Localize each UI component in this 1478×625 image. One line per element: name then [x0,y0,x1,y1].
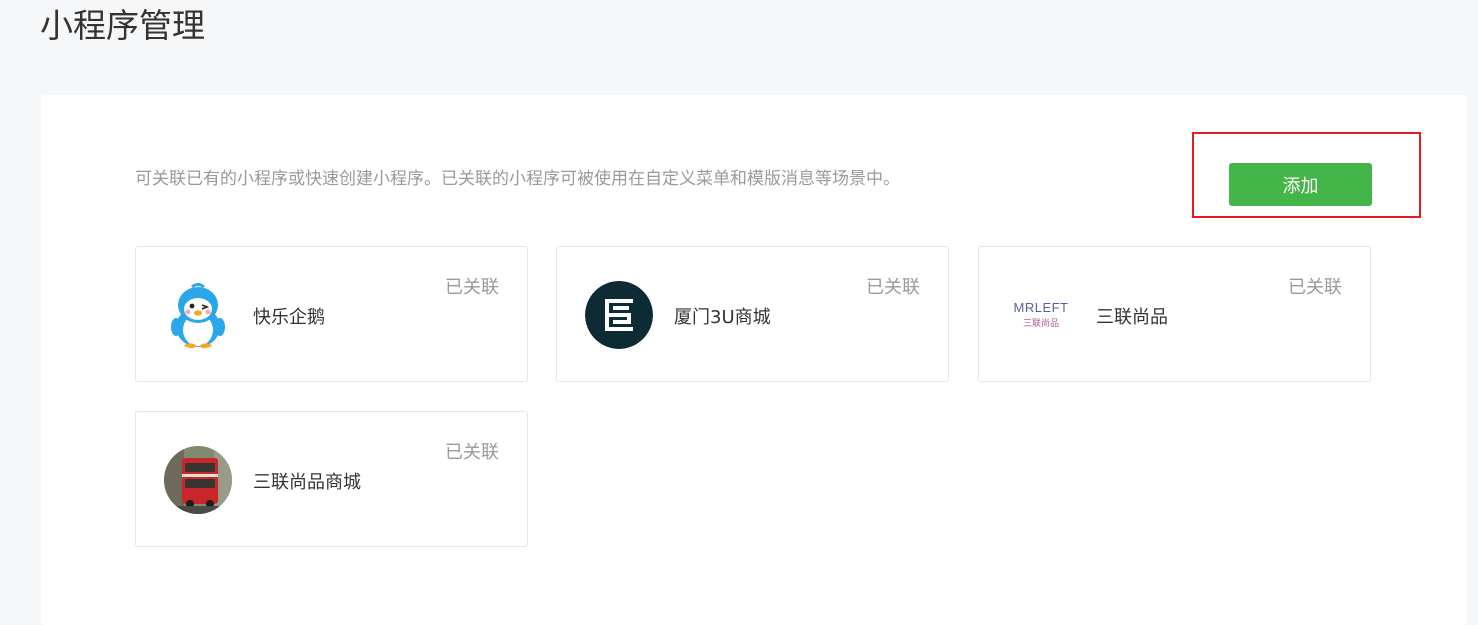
red-bus-photo [164,446,232,514]
mini-program-name: 厦门3U商城 [674,307,771,328]
page-title: 小程序管理 [40,6,205,45]
status-badge: 已关联 [445,442,499,463]
add-button[interactable]: 添加 [1229,163,1372,206]
mini-program-card[interactable]: 厦门3U商城 已关联 [556,246,949,382]
3u-logo-icon [585,281,653,349]
mini-program-name: 三联尚品商城 [253,472,361,493]
mrleft-logo: MRLEFT 三联尚品 [1007,281,1075,349]
logo-text: MRLEFT [1013,300,1069,315]
status-badge: 已关联 [1288,277,1342,298]
mini-program-card[interactable]: 快乐企鹅 已关联 [135,246,528,382]
mini-program-card[interactable]: MRLEFT 三联尚品 三联尚品 已关联 [978,246,1371,382]
mini-program-name: 快乐企鹅 [253,307,325,328]
mini-program-card[interactable]: 三联尚品商城 已关联 [135,411,528,547]
panel-description: 可关联已有的小程序或快速创建小程序。已关联的小程序可被使用在自定义菜单和模版消息… [135,169,900,189]
logo-subtext: 三联尚品 [1022,319,1059,329]
status-badge: 已关联 [445,277,499,298]
mini-program-panel: 可关联已有的小程序或快速创建小程序。已关联的小程序可被使用在自定义菜单和模版消息… [41,95,1467,625]
status-badge: 已关联 [866,277,920,298]
mini-program-name: 三联尚品 [1096,307,1168,328]
penguin-icon [164,281,232,349]
